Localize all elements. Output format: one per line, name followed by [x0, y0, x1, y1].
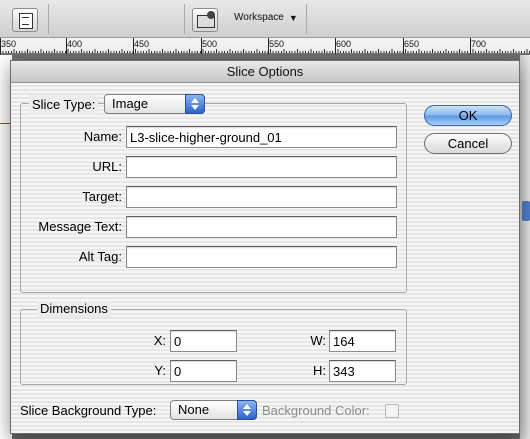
ruler-label: 600: [336, 39, 352, 49]
alt-tag-field[interactable]: [126, 246, 397, 268]
workspace-menu[interactable]: Workspace ▼: [234, 12, 298, 23]
h-label: H:: [313, 363, 326, 378]
dialog-title: Slice Options: [11, 61, 519, 83]
triangle-down-icon: ▼: [288, 12, 298, 23]
panel-tab[interactable]: [522, 201, 530, 221]
side-panel: [520, 55, 530, 439]
toolbar-separator: [306, 4, 307, 34]
ruler-label: 350: [1, 39, 17, 49]
slice-type-value: Image: [112, 96, 149, 111]
x-field[interactable]: [170, 330, 237, 352]
document-icon[interactable]: [12, 8, 38, 32]
y-field[interactable]: [170, 360, 237, 382]
slice-type-row: Slice Type:: [29, 95, 99, 115]
background-color-label: Background Color:: [262, 403, 370, 418]
cancel-button[interactable]: Cancel: [424, 133, 512, 154]
up-down-arrows-icon: [185, 94, 205, 114]
w-label: W:: [310, 333, 326, 348]
target-label: Target:: [82, 189, 122, 204]
ruler-label: 550: [269, 39, 285, 49]
url-label: URL:: [92, 159, 122, 174]
slice-type-select[interactable]: Image: [104, 94, 205, 114]
background-type-value: None: [178, 402, 210, 417]
app-toolbar: Workspace ▼: [0, 0, 530, 38]
ok-button[interactable]: OK: [424, 105, 512, 126]
slice-type-label: Slice Type:: [32, 97, 96, 112]
w-field[interactable]: [329, 330, 396, 352]
background-type-select[interactable]: None: [170, 400, 257, 420]
name-field[interactable]: [126, 126, 397, 148]
ruler-label: 450: [134, 39, 150, 49]
y-label: Y:: [154, 363, 166, 378]
background-color-swatch[interactable]: [385, 404, 399, 418]
ruler-label: 650: [404, 39, 420, 49]
toolbar-separator: [48, 4, 49, 34]
target-field[interactable]: [126, 186, 397, 208]
up-down-arrows-icon: [237, 400, 257, 420]
ruler-label: 500: [202, 39, 218, 49]
x-label: X:: [153, 333, 166, 348]
url-field[interactable]: [126, 156, 397, 178]
workspace-label: Workspace: [234, 12, 284, 23]
ruler-label: 400: [67, 39, 83, 49]
message-text-label: Message Text:: [38, 219, 122, 234]
toolbar-separator: [184, 4, 185, 34]
h-field[interactable]: [329, 360, 396, 382]
name-label: Name:: [83, 129, 122, 144]
message-text-field[interactable]: [126, 216, 397, 238]
ruler-label: 700: [471, 39, 487, 49]
horizontal-ruler: 350 400 450 500 550 600 650 700: [0, 38, 530, 54]
dimensions-legend: Dimensions: [37, 301, 111, 317]
go-to-browser-icon[interactable]: [192, 8, 218, 32]
alt-tag-label: Alt Tag:: [78, 249, 122, 264]
slice-options-dialog: Slice Options Slice Type: Image Name: UR…: [10, 60, 520, 434]
background-type-label: Slice Background Type:: [20, 403, 157, 418]
